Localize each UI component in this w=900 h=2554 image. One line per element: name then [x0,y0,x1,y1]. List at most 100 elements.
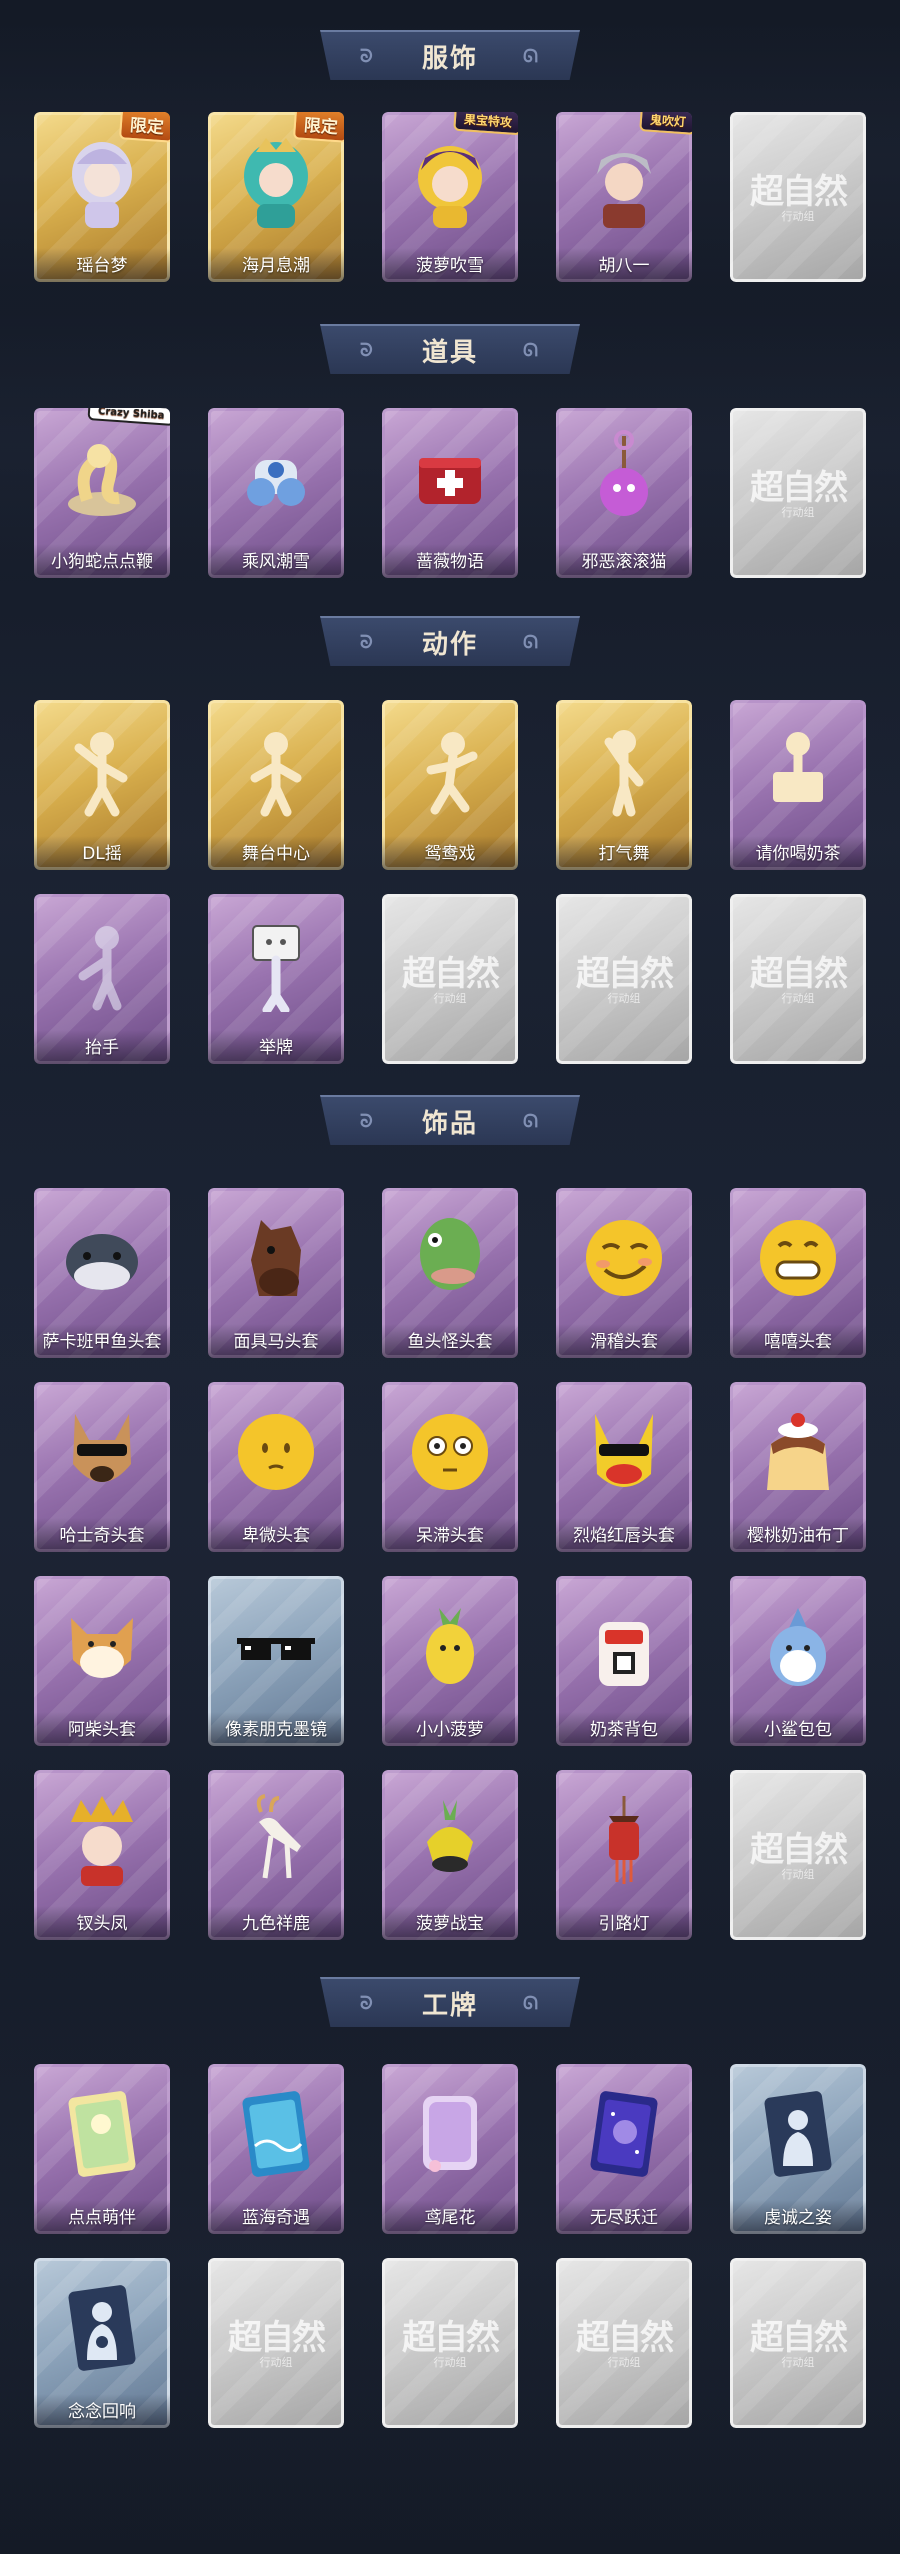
swirl-icon: ᘐ [360,1993,375,2014]
item-label: 胡八一 [556,248,692,282]
accessory-card-sakabanjiayu[interactable]: 萨卡班甲鱼头套 [34,1188,170,1358]
logo-watermark: 超自然 [402,954,500,994]
shiba-mask-icon [56,1598,148,1694]
item-label: 虔诚之姿 [730,2200,866,2234]
humble-emoji-mask-icon [230,1404,322,1500]
accessory-card-naichabeibao[interactable]: 奶茶背包 [556,1576,692,1746]
item-label: 钗头凤 [34,1906,170,1940]
badge-card-diandianmengban[interactable]: 点点萌伴 [34,2064,170,2234]
medkit-icon [404,430,496,526]
logo-watermark: 超自然 [228,2318,326,2358]
logo-watermark: 超自然 [750,468,848,508]
locked-item-card[interactable]: 超自然 行动组 [730,112,866,282]
item-label: 菠萝吹雪 [382,248,518,282]
locked-item-card[interactable]: 超自然 行动组 [730,2258,866,2428]
prayer-silhouette-card-icon [752,2086,844,2182]
accessory-card-chaitoufeng[interactable]: 钗头凤 [34,1770,170,1940]
item-label: DL摇 [34,836,170,870]
item-label: 无尽跃迁 [556,2200,692,2234]
accessory-card-xiaoshabaobao[interactable]: 小鲨包包 [730,1576,866,1746]
locked-item-card[interactable]: 超自然 行动组 [730,1770,866,1940]
item-label: 抬手 [34,1030,170,1064]
item-card-qiangweiwuyu[interactable]: 蔷薇物语 [382,408,518,578]
accessory-card-lieyanhongchun[interactable]: 烈焰红唇头套 [556,1382,692,1552]
item-card-haiyuexichao[interactable]: 海月息潮 限定 [208,112,344,282]
logo-watermark: 超自然 [750,954,848,994]
accessory-card-hashiqi[interactable]: 哈士奇头套 [34,1382,170,1552]
accessory-card-daizhi[interactable]: 呆滞头套 [382,1382,518,1552]
accessory-card-xiangsupengke[interactable]: 像素朋克墨镜 [208,1576,344,1746]
locked-item-card[interactable]: 超自然 行动组 [730,894,866,1064]
badge-card-qianchengzhizi[interactable]: 虔诚之姿 [730,2064,866,2234]
dance-pose-icon [56,722,148,818]
accessory-card-yinludeng[interactable]: 引路灯 [556,1770,692,1940]
item-label: 奶茶背包 [556,1712,692,1746]
badge-card-wujinyueqian[interactable]: 无尽跃迁 [556,2064,692,2234]
item-label: 面具马头套 [208,1324,344,1358]
accessory-card-xixi[interactable]: 嘻嘻头套 [730,1188,866,1358]
item-card-xieegungunmao[interactable]: 邪恶滚滚猫 [556,408,692,578]
ocean-card-icon [230,2086,322,2182]
accessory-card-achai[interactable]: 阿柴头套 [34,1576,170,1746]
item-label: 蔷薇物语 [382,544,518,578]
badge-card-lanhaiqiyu[interactable]: 蓝海奇遇 [208,2064,344,2234]
accessory-card-jiusexianglu[interactable]: 九色祥鹿 [208,1770,344,1940]
locked-item-card[interactable]: 超自然 行动组 [208,2258,344,2428]
item-label: 卑微头套 [208,1518,344,1552]
item-label: 瑶台梦 [34,248,170,282]
phoenix-crown-icon [56,1792,148,1888]
item-card-yaotaimeng[interactable]: 瑶台梦 限定 [34,112,170,282]
accessory-card-yutouguai[interactable]: 鱼头怪头套 [382,1188,518,1358]
dance-pose-icon [230,722,322,818]
logo-subtitle: 行动组 [259,2356,293,2369]
swirl-icon: ᘐ [360,1111,375,1132]
emote-card-daqiwu[interactable]: 打气舞 [556,700,692,870]
badge-card-yuanweihua[interactable]: 鸢尾花 [382,2064,518,2234]
item-card-boluochuixue[interactable]: 菠萝吹雪 果宝特攻 [382,112,518,282]
accessory-card-huaji[interactable]: 滑稽头套 [556,1188,692,1358]
accessory-card-mianjumatou[interactable]: 面具马头套 [208,1188,344,1358]
accessory-card-beiwei[interactable]: 卑微头套 [208,1382,344,1552]
locked-item-card[interactable]: 超自然 行动组 [382,894,518,1064]
emote-card-wutaizhongxin[interactable]: 舞台中心 [208,700,344,870]
item-label: 鱼头怪头套 [382,1324,518,1358]
shark-bag-icon [752,1598,844,1694]
swirl-icon: ᘐ [360,340,375,361]
fish-monster-mask-icon [404,1210,496,1306]
item-card-chengfengchaoxue[interactable]: 乘风潮雪 [208,408,344,578]
locked-item-card[interactable]: 超自然 行动组 [382,2258,518,2428]
landscape-card-icon [56,2086,148,2182]
emote-card-jupai[interactable]: 举牌 [208,894,344,1064]
emote-card-yuanyangxi[interactable]: 鸳鸯戏 [382,700,518,870]
emote-card-taishou[interactable]: 抬手 [34,894,170,1064]
emote-card-qingnihenaicha[interactable]: 请你喝奶茶 [730,700,866,870]
item-label: 点点萌伴 [34,2200,170,2234]
swirl-icon: ᘏ [523,46,540,67]
accessory-card-yingtaonaiyou[interactable]: 樱桃奶油布丁 [730,1382,866,1552]
locked-item-card[interactable]: 超自然 行动组 [730,408,866,578]
character-portrait-icon [230,134,322,230]
logo-watermark: 超自然 [402,2318,500,2358]
swirl-icon: ᘏ [523,632,540,653]
logo-watermark: 超自然 [576,2318,674,2358]
accessory-card-xiaoxiaoboluo[interactable]: 小小菠萝 [382,1576,518,1746]
locked-item-card[interactable]: 超自然 行动组 [556,2258,692,2428]
locked-item-card[interactable]: 超自然 行动组 [556,894,692,1064]
swirl-icon: ᘏ [523,1993,540,2014]
drink-tea-pose-icon [752,722,844,818]
sign-holding-icon [230,916,322,1012]
badge-card-niannianhuixiang[interactable]: 念念回响 [34,2258,170,2428]
item-label: 蓝海奇遇 [208,2200,344,2234]
item-card-xiaogoushe[interactable]: 小狗蛇点点鞭 Crazy Shiba [34,408,170,578]
lantern-icon [578,1792,670,1888]
smirk-emoji-mask-icon [578,1210,670,1306]
accessory-card-boluozhanbao[interactable]: 菠萝战宝 [382,1770,518,1940]
logo-watermark: 超自然 [750,2318,848,2358]
item-label: 打气舞 [556,836,692,870]
raise-hand-pose-icon [56,916,148,1012]
item-label: 呆滞头套 [382,1518,518,1552]
fish-head-mask-icon [56,1210,148,1306]
item-card-hubayi[interactable]: 胡八一 鬼吹灯 [556,112,692,282]
emote-card-dlyao[interactable]: DL摇 [34,700,170,870]
pixel-sunglasses-icon [230,1598,322,1694]
